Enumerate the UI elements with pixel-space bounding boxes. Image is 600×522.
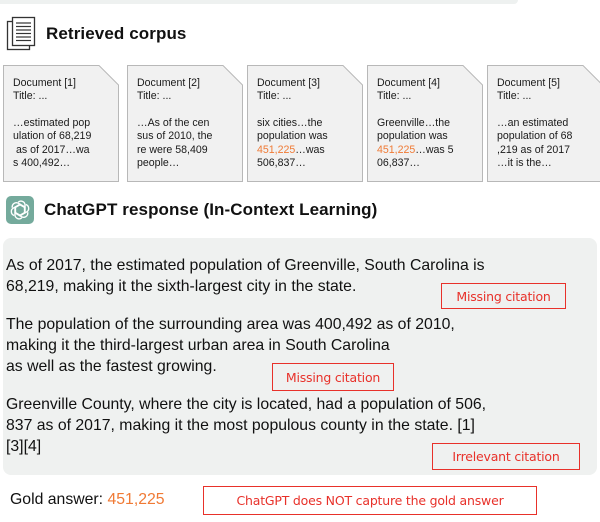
response-line: 68,219, making it the sixth-largest city… xyxy=(6,278,357,295)
document-heading: Document [3] xyxy=(257,77,321,89)
document-snippet-line: s 400,492… xyxy=(13,157,71,170)
gold-answer-annotation: ChatGPT does NOT capture the gold answer xyxy=(203,486,537,515)
missing-citation-annotation: Missing citation xyxy=(272,363,394,391)
document-snippet-text: …was 5 xyxy=(415,143,454,156)
response-box: As of 2017, the estimated population of … xyxy=(3,238,597,475)
document-snippet-line: 506,837… xyxy=(257,157,306,170)
document-snippet-line: population was xyxy=(257,130,328,143)
document-title: Title: ... xyxy=(377,90,412,103)
document-snippet-text: …was xyxy=(295,143,325,156)
document-snippet-line: sus of 2010, the xyxy=(137,130,213,143)
response-title: ChatGPT response (In-Context Learning) xyxy=(44,200,378,219)
document-snippet-line: …estimated pop xyxy=(13,116,91,129)
gold-answer-label: Gold answer: xyxy=(10,491,104,508)
document-snippet-line: people… xyxy=(137,157,180,170)
document-title: Title: ... xyxy=(257,90,292,103)
top-strip-divider xyxy=(0,0,518,4)
document-card: Document [5] Title: ... …an estimated po… xyxy=(487,65,600,182)
openai-logo-icon xyxy=(6,196,34,224)
gold-answer-highlight: 451,225 xyxy=(257,143,296,156)
response-line: The population of the surrounding area w… xyxy=(6,316,455,333)
irrelevant-citation-annotation: Irrelevant citation xyxy=(432,443,580,470)
document-snippet-line: 451,225…was 5 xyxy=(377,144,479,157)
document-snippet-line: …As of the cen xyxy=(137,116,210,129)
gold-answer-value: 451,225 xyxy=(107,491,165,508)
document-heading: Document [5] xyxy=(497,77,561,89)
document-snippet-line: ,219 as of 2017 xyxy=(497,143,571,156)
document-stack-icon xyxy=(6,16,36,52)
document-heading: Document [2] xyxy=(137,77,201,89)
document-snippet-line: 451,225…was xyxy=(257,144,359,157)
response-line: [3][4] xyxy=(6,438,42,455)
response-header: ChatGPT response (In-Context Learning) xyxy=(6,196,377,224)
document-snippet-line: population of 68 xyxy=(497,130,573,143)
document-card: Document [2] Title: ... …As of the cen s… xyxy=(127,65,243,182)
response-line: As of 2017, the estimated population of … xyxy=(6,257,485,274)
response-paragraph: As of 2017, the estimated population of … xyxy=(6,255,485,297)
document-snippet-line: re were 58,409 xyxy=(137,143,208,156)
corpus-header: Retrieved corpus xyxy=(6,16,186,52)
response-line: 837 as of 2017, making it the most popul… xyxy=(6,417,475,434)
document-snippet-line: as of 2017…wa xyxy=(13,143,90,156)
document-heading: Document [1] xyxy=(13,77,77,89)
document-list: Document [1] Title: ... …estimated pop u… xyxy=(3,65,600,185)
document-card: Document [4] Title: ... Greenville…the p… xyxy=(367,65,483,182)
response-paragraph: Greenville County, where the city is loc… xyxy=(6,394,486,457)
missing-citation-annotation: Missing citation xyxy=(441,283,566,309)
document-heading: Document [4] xyxy=(377,77,441,89)
gold-answer-line: Gold answer: 451,225 xyxy=(10,491,165,509)
document-card: Document [3] Title: ... six cities…the p… xyxy=(247,65,363,182)
document-title: Title: ... xyxy=(497,90,532,103)
document-card: Document [1] Title: ... …estimated pop u… xyxy=(3,65,119,182)
corpus-title: Retrieved corpus xyxy=(46,24,187,43)
document-snippet-line: Greenville…the xyxy=(377,116,451,129)
document-snippet-line: population was xyxy=(377,130,448,143)
document-title: Title: ... xyxy=(137,90,172,103)
document-snippet-line: ulation of 68,219 xyxy=(13,130,92,143)
document-snippet-line: six cities…the xyxy=(257,116,323,129)
gold-answer-highlight: 451,225 xyxy=(377,143,416,156)
document-title: Title: ... xyxy=(13,90,48,103)
response-line: making it the third-largest urban area i… xyxy=(6,337,390,354)
document-snippet-line: …it is the… xyxy=(497,157,552,170)
document-snippet-line: …an estimated xyxy=(497,116,569,129)
document-snippet-line: 06,837… xyxy=(377,157,420,170)
response-line: Greenville County, where the city is loc… xyxy=(6,396,487,413)
